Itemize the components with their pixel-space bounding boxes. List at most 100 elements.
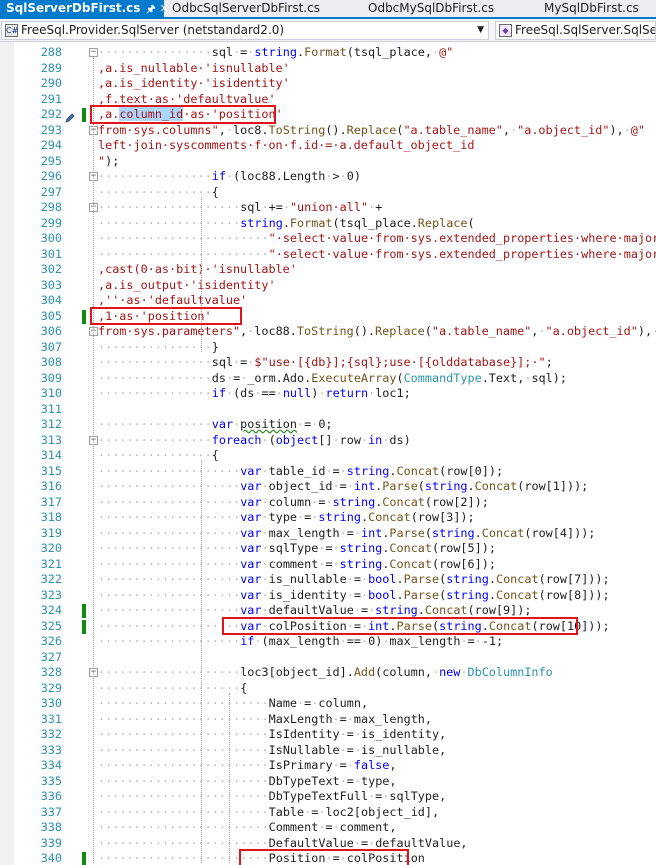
code-text: ························Comment·=·commen… xyxy=(98,820,397,834)
code-line[interactable]: 296 ················if·(loc88.Length·>·0) xyxy=(0,169,656,185)
code-text: from·sys.columns",·loc8.ToString().Repla… xyxy=(98,122,645,137)
code-line[interactable]: 336 ························DbTypeTextFul… xyxy=(0,789,656,805)
code-line[interactable]: 316 ····················var·object_id·=·i… xyxy=(0,479,656,495)
code-line[interactable]: 317 ····················var·column·=·stri… xyxy=(0,495,656,511)
line-number: 332 xyxy=(40,727,62,741)
code-text: ····················if·(max_length·==·0)… xyxy=(98,634,504,648)
code-text: left·join·syscomments·f·on·f.id·=·a.defa… xyxy=(98,138,475,152)
code-editor[interactable]: 288 ················sql·=·string.Format(t… xyxy=(0,42,656,865)
code-line[interactable]: 294 left·join·syscomments·f·on·f.id·=·a.d… xyxy=(0,138,656,154)
line-number: 315 xyxy=(40,463,62,478)
code-line[interactable]: 319 ····················var·max_length·=·… xyxy=(0,526,656,542)
code-text: ························Name·=·column, xyxy=(98,696,369,710)
code-line[interactable]: 326 ····················if·(max_length·==… xyxy=(0,634,656,650)
code-text: ····················var·is_nullable·=·bo… xyxy=(98,572,610,586)
csharp-project-icon: C# xyxy=(5,24,19,37)
highlight-box-col-position xyxy=(222,616,578,635)
tab-odbcsqlserverdbfirst[interactable]: OdbcSqlServerDbFirst.cs xyxy=(166,0,356,17)
code-line[interactable]: 332 ························IsIdentity·=·… xyxy=(0,727,656,743)
code-line[interactable]: 298 ····················sql·+=·"union·all… xyxy=(0,200,656,216)
highlight-box-position-literal xyxy=(90,306,242,325)
change-indicator xyxy=(82,852,86,865)
code-line[interactable]: 331 ························MaxLength·=·m… xyxy=(0,712,656,728)
line-number: 300 xyxy=(40,231,62,245)
code-line[interactable]: 288 ················sql·=·string.Format(t… xyxy=(0,45,656,61)
code-line[interactable]: 301 ························"·select·valu… xyxy=(0,247,656,263)
line-number: 319 xyxy=(40,525,62,540)
code-line[interactable]: 322 ····················var·is_nullable·=… xyxy=(0,572,656,588)
code-line[interactable]: 303 ,a.is_output·'isidentity' xyxy=(0,278,656,294)
tab-odbcmysqldbfirst[interactable]: OdbcMySqlDbFirst.cs xyxy=(362,0,532,17)
code-line[interactable]: 293 from·sys.columns",·loc8.ToString().Re… xyxy=(0,123,656,139)
code-line[interactable]: 327 xyxy=(0,650,656,666)
code-text: ················sql·=·string.Format(tsql… xyxy=(98,45,454,59)
code-text: ····················var·is_identity·=·bo… xyxy=(98,587,610,602)
code-line[interactable]: 289 ,a.is_nullable·'isnullable' xyxy=(0,61,656,77)
line-number: 310 xyxy=(40,386,62,400)
highlight-box-position-assign xyxy=(239,849,409,865)
code-line[interactable]: 329 ····················{ xyxy=(0,681,656,697)
pin-icon[interactable]: 🖈 xyxy=(146,1,155,17)
project-dropdown[interactable]: C# FreeSql.Provider.SqlServer (netstanda… xyxy=(1,21,489,40)
line-number: 323 xyxy=(40,587,62,602)
indent-guide xyxy=(93,57,94,863)
code-text: ····················var·type·=·string.Co… xyxy=(98,510,475,524)
code-line[interactable]: 310 ················if·(ds·==·null)·retur… xyxy=(0,386,656,402)
tab-mysqldbfirst[interactable]: MySqlDbFirst.cs xyxy=(538,0,656,17)
code-line[interactable]: 306 from·sys.parameters",·loc88.ToString(… xyxy=(0,324,656,340)
code-line[interactable]: 334 ························IsPrimary·=·f… xyxy=(0,758,656,774)
code-line[interactable]: 320 ····················var·sqlType·=·str… xyxy=(0,541,656,557)
code-line[interactable]: 308 ················sql·=·$"use·[{db}];{s… xyxy=(0,355,656,371)
line-number: 296 xyxy=(40,169,62,183)
code-line[interactable]: 338 ························Comment·=·com… xyxy=(0,820,656,836)
code-text: ························DbTypeText·=·typ… xyxy=(98,773,397,788)
line-number: 313 xyxy=(40,432,62,447)
tab-bar: SqlServerDbFirst.cs 🖈 ✕ OdbcSqlServerDbFir… xyxy=(0,0,656,19)
code-line[interactable]: 295 "); xyxy=(0,154,656,170)
code-line[interactable]: 321 ····················var·comment·=·str… xyxy=(0,557,656,573)
line-number: 337 xyxy=(40,804,62,819)
line-number: 295 xyxy=(40,153,62,168)
line-number: 289 xyxy=(40,60,62,75)
code-line[interactable]: 302 ,cast(0·as·bit)·'isnullable' xyxy=(0,262,656,278)
code-line[interactable]: 314 ················{ xyxy=(0,448,656,464)
code-line[interactable]: 337 ························Table·=·loc2[… xyxy=(0,805,656,821)
indent-guide xyxy=(201,460,202,863)
line-number: 328 xyxy=(40,665,62,679)
pencil-icon[interactable] xyxy=(64,109,76,123)
code-text: ,a.is_identity·'isidentity' xyxy=(98,76,290,90)
code-text: from·sys.parameters",·loc88.ToString().R… xyxy=(98,324,656,338)
code-line[interactable]: 328 ····················loc3[object_id].A… xyxy=(0,665,656,681)
code-line[interactable]: 290 ,a.is_identity·'isidentity' xyxy=(0,76,656,92)
code-line[interactable]: 315 ····················var·table_id·=·st… xyxy=(0,464,656,480)
collapse-toggle-icon[interactable]: − xyxy=(89,48,98,57)
line-number: 333 xyxy=(40,742,62,757)
code-line[interactable]: 300 ························"·select·valu… xyxy=(0,231,656,247)
code-text: ················sql·=·$"use·[{db}];{sql}… xyxy=(98,355,553,369)
class-icon: ◆ xyxy=(499,24,512,37)
type-dropdown[interactable]: ◆ FreeSql.SqlServer.SqlServer xyxy=(495,21,656,40)
line-number: 336 xyxy=(40,789,62,803)
line-number: 307 xyxy=(40,339,62,354)
code-line[interactable]: 309 ················ds·=·_orm.Ado.Execute… xyxy=(0,371,656,387)
code-line[interactable]: 307 ················} xyxy=(0,340,656,356)
change-indicator xyxy=(82,619,86,634)
code-line[interactable]: 299 ····················string.Format(tsq… xyxy=(0,216,656,232)
code-line[interactable]: 318 ····················var·type·=·string… xyxy=(0,510,656,526)
code-line[interactable]: 313 ················foreach·(object[]·row… xyxy=(0,433,656,449)
highlight-box-column-id xyxy=(90,105,276,124)
line-number: 339 xyxy=(40,835,62,850)
code-line[interactable]: 330 ························Name·=·column… xyxy=(0,696,656,712)
code-text: ························DbTypeTextFull·=… xyxy=(98,789,447,803)
code-text: ························Table·=·loc2[obj… xyxy=(98,804,440,819)
code-line[interactable]: 312 ················var·position·=·0; xyxy=(0,417,656,433)
code-text: ························MaxLength·=·max_… xyxy=(98,711,433,726)
code-line[interactable]: 335 ························DbTypeText·=·… xyxy=(0,774,656,790)
code-line[interactable]: 297 ················{ xyxy=(0,185,656,201)
tab-sqlserverdbfirst[interactable]: SqlServerDbFirst.cs 🖈 ✕ xyxy=(0,0,169,17)
code-line[interactable]: 311 xyxy=(0,402,656,418)
line-number: 311 xyxy=(40,401,62,416)
code-line[interactable]: 333 ························IsNullable·=·… xyxy=(0,743,656,759)
code-text: ····················var·column·=·string.… xyxy=(98,494,489,509)
code-line[interactable]: 323 ····················var·is_identity·=… xyxy=(0,588,656,604)
